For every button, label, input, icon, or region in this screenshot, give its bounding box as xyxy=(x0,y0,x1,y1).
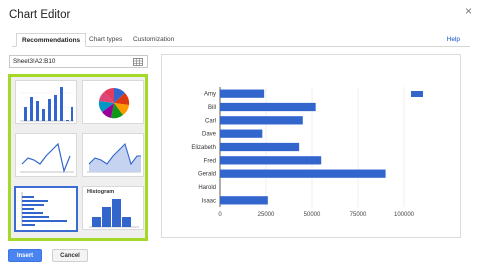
category-label: Isaac xyxy=(202,198,216,204)
bar xyxy=(220,102,316,112)
category-label: Gerald xyxy=(198,172,216,178)
bar-chart-preview: 0 25000 50000 75000 100000 Amy Bill Carl Dave Eli… xyxy=(191,87,423,218)
line-chart-thumbnail[interactable] xyxy=(15,133,77,177)
category-label: Harold xyxy=(198,185,216,191)
close-icon[interactable]: × xyxy=(465,5,472,17)
area-chart-icon xyxy=(87,142,141,173)
data-range-value: Sheet3!A2:B10 xyxy=(13,58,56,65)
bar xyxy=(220,196,268,205)
pie-chart-icon xyxy=(98,88,130,119)
category-label: Dave xyxy=(202,132,217,138)
bar xyxy=(220,116,303,125)
grid-icon[interactable] xyxy=(133,58,143,66)
chart-preview: 0 25000 50000 75000 100000 Amy Bill Carl Dave Eli… xyxy=(161,54,461,238)
bar xyxy=(220,129,263,138)
category-label: Fred xyxy=(204,158,216,164)
help-link[interactable]: Help xyxy=(447,36,460,43)
x-tick-label: 50000 xyxy=(304,212,321,218)
recommendations-panel: Histogram xyxy=(8,74,148,241)
column-chart-icon xyxy=(20,87,74,122)
histogram-icon xyxy=(89,199,139,228)
bar-chart-icon xyxy=(21,192,67,226)
bar-chart-thumbnail[interactable] xyxy=(14,186,78,232)
tab-bar: Recommendations Chart types Customizatio… xyxy=(12,33,470,47)
category-label: Bill xyxy=(208,105,216,111)
legend-swatch xyxy=(411,91,423,97)
bar xyxy=(220,169,386,178)
dialog-title: Chart Editor xyxy=(9,9,71,21)
line-chart-icon xyxy=(20,142,74,174)
tab-recommendations[interactable]: Recommendations xyxy=(16,33,87,47)
data-range-input[interactable]: Sheet3!A2:B10 xyxy=(9,55,148,68)
x-tick-label: 100000 xyxy=(394,212,415,218)
bar xyxy=(220,89,265,98)
x-tick-label: 75000 xyxy=(350,212,367,218)
category-label: Elizabeth xyxy=(191,145,216,151)
category-label: Amy xyxy=(204,92,216,98)
tab-customization[interactable]: Customization xyxy=(128,33,179,47)
x-tick-label: 25000 xyxy=(258,212,275,218)
pie-chart-thumbnail[interactable] xyxy=(82,80,144,124)
area-chart-thumbnail[interactable] xyxy=(82,133,144,177)
insert-button[interactable]: Insert xyxy=(8,249,42,262)
x-tick-label: 0 xyxy=(218,212,222,218)
category-label: Carl xyxy=(205,118,216,124)
column-chart-thumbnail[interactable] xyxy=(15,80,77,124)
bar xyxy=(220,142,300,152)
bar xyxy=(220,156,322,165)
cancel-button[interactable]: Cancel xyxy=(52,249,88,262)
tab-chart-types[interactable]: Chart types xyxy=(84,33,127,47)
histogram-chart-thumbnail[interactable]: Histogram xyxy=(82,186,144,230)
